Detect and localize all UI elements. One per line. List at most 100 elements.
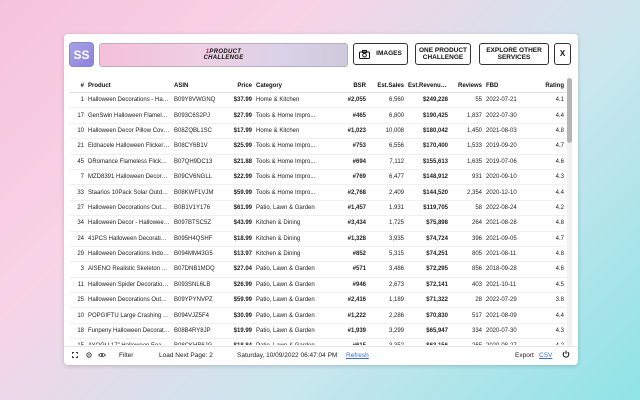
- cell-product[interactable]: AYOGU 17" Halloween Foam ...: [86, 338, 172, 345]
- table-row[interactable]: 21 Eldnacele Halloween Flickerin... B08CY6…: [70, 138, 566, 155]
- cell-est-revenue: $63,156: [406, 338, 450, 345]
- cell-asin[interactable]: B09CV6NGLL: [172, 169, 224, 186]
- images-button[interactable]: IMAGES: [353, 43, 408, 65]
- table-row[interactable]: 1 Halloween Decorations - Harr... B09Y8VWG…: [70, 92, 566, 109]
- cell-bsr: #946: [332, 277, 368, 294]
- cell-asin[interactable]: B08KWF1VJM: [172, 184, 224, 201]
- cell-product[interactable]: Halloween Spider Decorations...: [86, 277, 172, 294]
- table-row[interactable]: 17 GenSwin Halloween Flameles... B093C6S2P…: [70, 107, 566, 124]
- table-row[interactable]: 24 41PCS Halloween Decoration... B095H4QSH…: [70, 231, 566, 247]
- cell-asin[interactable]: B093SNL6LB: [172, 277, 224, 294]
- col-header-fbd[interactable]: FBD: [484, 79, 534, 93]
- cell-price: $59.99: [224, 292, 254, 309]
- power-icon[interactable]: [562, 350, 570, 358]
- table-row[interactable]: 25 Halloween Decorations Outdo... B09YPYNV…: [70, 292, 566, 309]
- table-row[interactable]: 33 Staarios 10Pack Solar Outdoo... B08KWF1…: [70, 184, 566, 201]
- table-row[interactable]: 34 Halloween Decor - Halloween ... B097BTS…: [70, 215, 566, 232]
- cell-asin[interactable]: B08CKHB6JG: [172, 338, 224, 345]
- cell-asin[interactable]: B08ZQBL1SC: [172, 123, 224, 140]
- col-header-index[interactable]: #: [70, 79, 86, 93]
- cell-est-revenue: $74,251: [406, 246, 450, 263]
- close-button[interactable]: X: [554, 43, 571, 65]
- cell-product[interactable]: Eldnacele Halloween Flickerin...: [86, 138, 172, 155]
- cell-product[interactable]: DRomance Flameless Flickerin...: [86, 154, 172, 170]
- cell-bsr: #2,055: [332, 92, 368, 109]
- products-table: # Product ASIN Price Category BSR Est.Sa…: [70, 79, 566, 345]
- cell-est-sales: 3,486: [368, 261, 406, 278]
- cell-index: 10: [70, 123, 86, 140]
- csv-export-link[interactable]: CSV: [539, 352, 552, 359]
- eye-icon[interactable]: [98, 352, 106, 359]
- cell-bsr: #2,416: [332, 292, 368, 309]
- col-header-bsr[interactable]: BSR: [332, 79, 368, 93]
- cell-reviews: 931: [450, 169, 484, 186]
- table-row[interactable]: 3 AISENO Realistic Skeleton St... B07DNB1M…: [70, 261, 566, 278]
- cell-fbd: 2021-08-03: [484, 123, 534, 140]
- cell-product[interactable]: 41PCS Halloween Decoration...: [86, 231, 172, 247]
- table-row[interactable]: 15AYOGU 17" Halloween Foam ...B08CKHB6JG…: [70, 338, 566, 345]
- table-row[interactable]: 10 POPGIFTU Large Crashing W... B094VJZ5F4…: [70, 307, 566, 324]
- table-row[interactable]: 18 Funpeny Halloween Decoratio... B08B4RY8…: [70, 323, 566, 340]
- table-scrollbar[interactable]: [567, 78, 572, 346]
- col-header-category[interactable]: Category: [254, 79, 332, 93]
- scrollbar-thumb[interactable]: [567, 78, 572, 143]
- col-header-rating[interactable]: Rating: [534, 79, 566, 93]
- cell-product[interactable]: POPGIFTU Large Crashing W...: [86, 307, 172, 324]
- cell-rating: 4.8: [534, 215, 566, 232]
- filter-button[interactable]: Filter: [119, 352, 133, 359]
- expand-icon[interactable]: [72, 352, 80, 359]
- cell-product[interactable]: Halloween Decorations Indoor...: [86, 246, 172, 263]
- load-next-page-button[interactable]: Load Next Page: 2: [159, 352, 213, 359]
- settings-icon[interactable]: [86, 352, 92, 359]
- cell-asin[interactable]: B093C6S2PJ: [172, 107, 224, 124]
- cell-product[interactable]: GenSwin Halloween Flameles...: [86, 107, 172, 124]
- cell-product[interactable]: Halloween Decorations - Harr...: [86, 92, 172, 109]
- cell-asin[interactable]: B09Y8VWGNQ: [172, 92, 224, 109]
- table-row[interactable]: 11 Halloween Spider Decorations... B093SNL…: [70, 277, 566, 294]
- one-product-challenge-button[interactable]: ONE PRODUCT CHALLENGE: [415, 43, 471, 65]
- cell-product[interactable]: Staarios 10Pack Solar Outdoo...: [86, 184, 172, 201]
- cell-asin[interactable]: B094MM43G5: [172, 246, 224, 263]
- table-row[interactable]: 29 Halloween Decorations Indoor... B094MM4…: [70, 246, 566, 263]
- cell-est-sales: 1,725: [368, 215, 406, 232]
- cell-asin[interactable]: B0B1V1Y176: [172, 200, 224, 217]
- cell-product[interactable]: Halloween Decor Pillow Cover...: [86, 123, 172, 140]
- cell-category: Home & Kitchen: [254, 92, 332, 109]
- col-header-reviews[interactable]: Reviews: [450, 79, 484, 93]
- refresh-link[interactable]: Refresh: [346, 352, 369, 359]
- cell-asin[interactable]: B07DNB1MDQ: [172, 261, 224, 278]
- explore-other-services-button[interactable]: EXPLORE OTHER SERVICES: [479, 43, 549, 65]
- col-header-price[interactable]: Price: [224, 79, 254, 93]
- cell-product[interactable]: Funpeny Halloween Decoratio...: [86, 323, 172, 340]
- cell-rating: 4.4: [534, 307, 566, 324]
- col-header-asin[interactable]: ASIN: [172, 79, 224, 93]
- cell-est-revenue: $148,912: [406, 169, 450, 186]
- table-row[interactable]: 27 Halloween Decorations Outdo... B0B1V1Y1…: [70, 200, 566, 217]
- cell-price: $17.99: [224, 123, 254, 140]
- product-challenge-banner[interactable]: 1PRODUCT CHALLENGE: [99, 43, 348, 67]
- cell-asin[interactable]: B095H4QSHF: [172, 231, 224, 247]
- cell-asin[interactable]: B097BTSC5Z: [172, 215, 224, 232]
- table-row[interactable]: 7 MZD8391 Halloween Decoration... B09CV6NG…: [70, 169, 566, 186]
- col-header-est-sales[interactable]: Est.Sales: [368, 79, 406, 93]
- cell-asin[interactable]: B08CY6B1V: [172, 138, 224, 155]
- cell-est-revenue: $249,228: [406, 92, 450, 109]
- table-row[interactable]: 10 Halloween Decor Pillow Cover... B08ZQBL…: [70, 123, 566, 140]
- cell-asin[interactable]: B09YPYNVPZ: [172, 292, 224, 309]
- cell-product[interactable]: AISENO Realistic Skeleton St...: [86, 261, 172, 278]
- cell-product[interactable]: Halloween Decor - Halloween ...: [86, 215, 172, 232]
- cell-asin[interactable]: B094VJZ5F4: [172, 307, 224, 324]
- cell-product[interactable]: MZD8391 Halloween Decoration...: [86, 169, 172, 186]
- cell-rating: 4.4: [534, 184, 566, 201]
- table-row[interactable]: 45 DRomance Flameless Flickerin... B07QH9D…: [70, 154, 566, 170]
- cell-reviews: 856: [450, 261, 484, 278]
- cell-asin[interactable]: B08B4RY8JP: [172, 323, 224, 340]
- cell-product[interactable]: Halloween Decorations Outdo...: [86, 200, 172, 217]
- cell-asin[interactable]: B07QH9DC13: [172, 154, 224, 170]
- cell-est-revenue: $72,141: [406, 277, 450, 294]
- cell-est-revenue: $119,705: [406, 200, 450, 217]
- cell-product[interactable]: Halloween Decorations Outdo...: [86, 292, 172, 309]
- cell-index: 34: [70, 215, 86, 232]
- col-header-est-revenue[interactable]: Est.Revenue ↓: [406, 79, 450, 93]
- col-header-product[interactable]: Product: [86, 79, 172, 93]
